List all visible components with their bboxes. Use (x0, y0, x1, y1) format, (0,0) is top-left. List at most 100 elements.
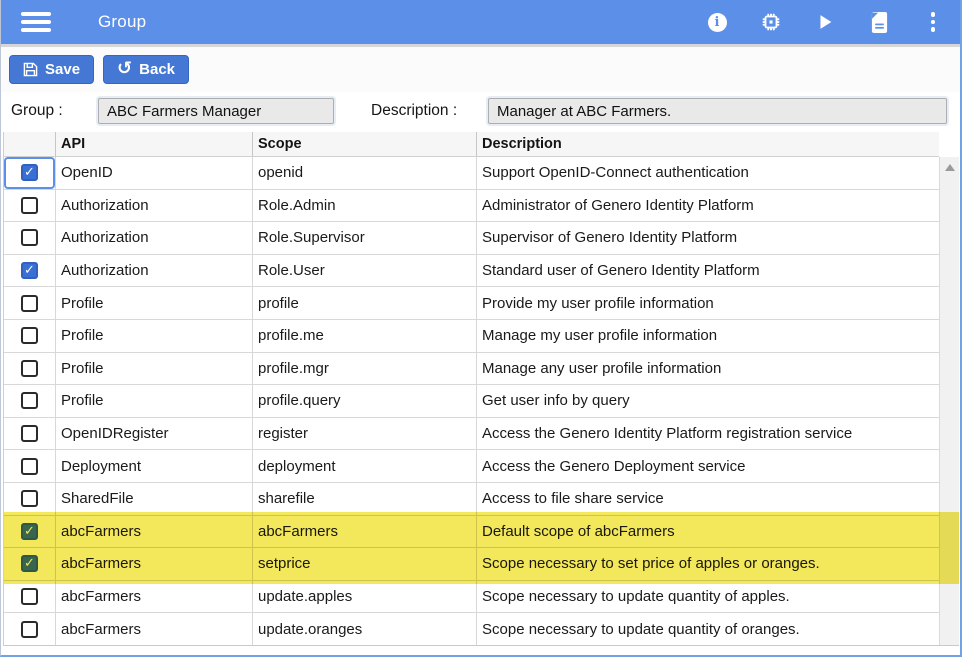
table-row[interactable]: Profile profile.mgr Manage any user prof… (4, 353, 939, 386)
chip-icon[interactable] (760, 11, 782, 33)
table-row[interactable]: SharedFile sharefile Access to file shar… (4, 483, 939, 516)
description-cell: Access the Genero Deployment service (476, 450, 939, 482)
row-checkbox-cell (4, 516, 55, 548)
scope-cell: setprice (252, 548, 476, 580)
api-cell: Authorization (55, 222, 252, 254)
scope-cell: sharefile (252, 483, 476, 515)
description-label: Description : (371, 102, 457, 120)
vertical-scrollbar[interactable] (939, 157, 959, 645)
table-row[interactable]: abcFarmers update.apples Scope necessary… (4, 581, 939, 614)
row-checkbox-cell (4, 157, 55, 189)
group-name-input[interactable] (98, 98, 334, 124)
row-checkbox-cell (4, 581, 55, 613)
description-cell: Get user info by query (476, 385, 939, 417)
scope-column-header: Scope (252, 132, 476, 156)
description-cell: Administrator of Genero Identity Platfor… (476, 190, 939, 222)
description-cell: Standard user of Genero Identity Platfor… (476, 255, 939, 287)
checkbox-column-header (4, 132, 55, 156)
row-checkbox[interactable] (21, 197, 38, 214)
api-cell: Profile (55, 287, 252, 319)
description-cell: Support OpenID-Connect authentication (476, 157, 939, 189)
api-cell: Deployment (55, 450, 252, 482)
description-input[interactable] (488, 98, 947, 124)
row-checkbox-cell (4, 613, 55, 645)
table-row[interactable]: abcFarmers setprice Scope necessary to s… (4, 548, 939, 581)
group-form: Group : Description : (1, 92, 960, 132)
api-cell: OpenIDRegister (55, 418, 252, 450)
description-cell: Scope necessary to update quantity of or… (476, 613, 939, 645)
description-cell: Access the Genero Identity Platform regi… (476, 418, 939, 450)
back-button[interactable]: ↺ Back (103, 55, 189, 84)
row-checkbox-cell (4, 255, 55, 287)
app-header: Group i (1, 0, 960, 44)
description-cell: Scope necessary to update quantity of ap… (476, 581, 939, 613)
row-checkbox[interactable] (21, 295, 38, 312)
description-cell: Access to file share service (476, 483, 939, 515)
description-cell: Scope necessary to set price of apples o… (476, 548, 939, 580)
row-checkbox-cell (4, 450, 55, 482)
row-checkbox[interactable] (21, 490, 38, 507)
scope-cell: deployment (252, 450, 476, 482)
table-row[interactable]: Authorization Role.Supervisor Supervisor… (4, 222, 939, 255)
table-row[interactable]: Profile profile.query Get user info by q… (4, 385, 939, 418)
scope-cell: Role.User (252, 255, 476, 287)
page-title: Group (98, 12, 146, 32)
api-column-header: API (55, 132, 252, 156)
row-checkbox[interactable] (21, 262, 38, 279)
api-cell: Authorization (55, 190, 252, 222)
scope-cell: profile.mgr (252, 353, 476, 385)
hamburger-menu-icon[interactable] (21, 12, 51, 32)
undo-arrow-icon: ↺ (117, 60, 132, 78)
row-checkbox-cell (4, 483, 55, 515)
row-checkbox[interactable] (21, 360, 38, 377)
scope-cell: profile.query (252, 385, 476, 417)
description-cell: Default scope of abcFarmers (476, 516, 939, 548)
table-row[interactable]: Profile profile Provide my user profile … (4, 287, 939, 320)
row-checkbox-cell (4, 353, 55, 385)
row-checkbox[interactable] (21, 555, 38, 572)
row-checkbox[interactable] (21, 458, 38, 475)
row-checkbox[interactable] (21, 327, 38, 344)
row-checkbox-cell (4, 222, 55, 254)
description-cell: Supervisor of Genero Identity Platform (476, 222, 939, 254)
row-checkbox[interactable] (21, 621, 38, 638)
scopes-table: API Scope Description OpenID openid Supp… (3, 132, 959, 646)
api-cell: Profile (55, 385, 252, 417)
scrollbar-up-arrow-icon[interactable] (945, 164, 955, 171)
kebab-menu-icon[interactable] (922, 11, 944, 33)
table-row[interactable]: Deployment deployment Access the Genero … (4, 450, 939, 483)
row-checkbox-cell (4, 548, 55, 580)
row-checkbox-cell (4, 190, 55, 222)
info-icon[interactable]: i (706, 11, 728, 33)
scope-cell: profile.me (252, 320, 476, 352)
table-row[interactable]: abcFarmers abcFarmers Default scope of a… (4, 516, 939, 549)
row-checkbox-cell (4, 320, 55, 352)
table-row[interactable]: Authorization Role.Admin Administrator o… (4, 190, 939, 223)
scope-cell: register (252, 418, 476, 450)
row-checkbox[interactable] (21, 392, 38, 409)
run-play-icon[interactable] (814, 11, 836, 33)
api-cell: abcFarmers (55, 581, 252, 613)
save-button[interactable]: Save (9, 55, 94, 84)
scope-cell: Role.Supervisor (252, 222, 476, 254)
floppy-disk-icon (23, 62, 38, 77)
row-checkbox-cell (4, 385, 55, 417)
row-checkbox[interactable] (21, 588, 38, 605)
table-row[interactable]: Authorization Role.User Standard user of… (4, 255, 939, 288)
row-checkbox[interactable] (21, 164, 38, 181)
scope-cell: Role.Admin (252, 190, 476, 222)
table-body: OpenID openid Support OpenID-Connect aut… (4, 157, 939, 645)
row-checkbox[interactable] (21, 523, 38, 540)
row-checkbox-cell (4, 287, 55, 319)
row-checkbox[interactable] (21, 229, 38, 246)
table-row[interactable]: OpenIDRegister register Access the Gener… (4, 418, 939, 451)
document-icon[interactable] (868, 11, 890, 33)
scope-cell: update.apples (252, 581, 476, 613)
description-column-header: Description (476, 132, 939, 156)
appbar-icon-group: i (706, 0, 944, 44)
row-checkbox[interactable] (21, 425, 38, 442)
table-row[interactable]: OpenID openid Support OpenID-Connect aut… (4, 157, 939, 190)
save-button-label: Save (45, 61, 80, 78)
table-row[interactable]: Profile profile.me Manage my user profil… (4, 320, 939, 353)
table-row[interactable]: abcFarmers update.oranges Scope necessar… (4, 613, 939, 645)
